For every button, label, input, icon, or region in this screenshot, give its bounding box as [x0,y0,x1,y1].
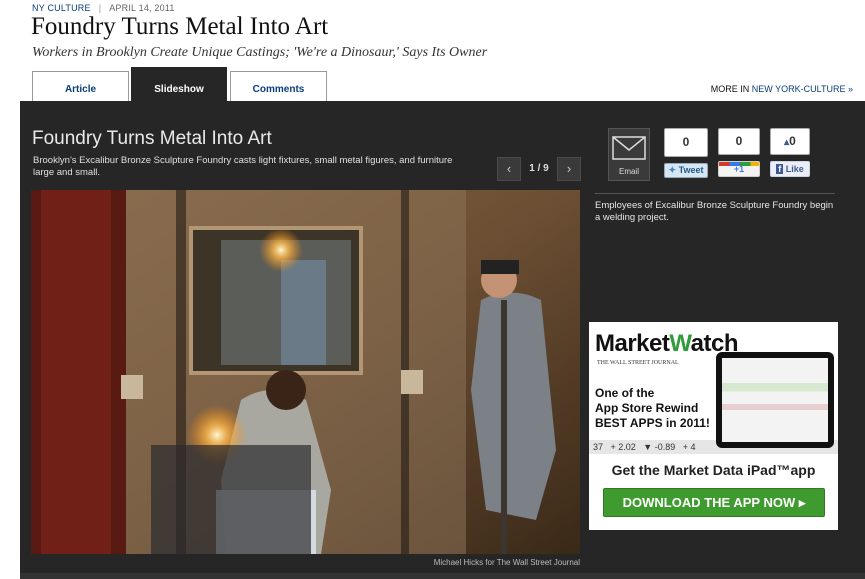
foundry-workers-photo [31,190,580,554]
slide-photo[interactable] [31,190,580,554]
next-slide-button[interactable]: › [557,157,581,181]
facebook-icon: f [776,164,784,174]
article-headline: Foundry Turns Metal Into Art [31,13,329,40]
ad-promo-line3: BEST APPS in 2011! [595,416,710,430]
photo-credit: Michael Hicks for The Wall Street Journa… [433,558,580,567]
envelope-icon [612,136,646,160]
like-button[interactable]: f Like [770,161,810,177]
sidebar-divider [595,193,835,194]
ad-headline: Get the Market Data iPad™app [611,462,816,478]
chevron-right-icon: › [566,161,572,176]
publish-date: APRIL 14, 2011 [109,3,175,13]
chevron-left-icon: ‹ [506,161,512,176]
kicker: NY CULTURE | APRIL 14, 2011 [32,3,175,13]
more-in-section-name[interactable]: NEW YORK-CULTURE [752,84,846,94]
email-share-button[interactable]: Email [608,128,650,181]
page: NY CULTURE | APRIL 14, 2011 Foundry Turns … [20,0,865,579]
more-in-label: MORE IN [710,84,750,94]
tweet-button[interactable]: ✦ Tweet [664,163,708,178]
twitter-bird-icon: ✦ [668,165,677,175]
slide-counter: 1 / 9 [529,163,549,174]
slide-pager: ‹ 1 / 9 › [497,157,581,181]
like-count-value: 0 [789,134,796,148]
slideshow-title: Foundry Turns Metal Into Art [32,128,272,149]
share-bar: Email 0 ✦ Tweet 0 +1 ▴0 f Like [608,128,838,188]
more-in-arrow: » [847,84,853,94]
ad-promo-text: One of the App Store Rewind BEST APPS in… [595,386,710,431]
tweet-count: 0 [664,128,708,157]
tab-article[interactable]: Article [32,71,129,101]
marketwatch-ad[interactable]: MarketWatch THE WALL STREET JOURNAL One … [589,322,838,530]
ad-brand-part1: Market [595,330,670,357]
plusone-label: +1 [733,164,745,174]
tab-comments[interactable]: Comments [230,71,327,101]
slide-caption: Employees of Excalibur Bronze Sculpture … [595,200,834,223]
prev-slide-button[interactable]: ‹ [497,157,521,181]
plusone-button[interactable]: +1 [718,161,760,177]
kicker-separator: | [98,3,102,13]
tab-slideshow[interactable]: Slideshow [131,67,227,102]
ad-promo-line2: App Store Rewind [595,401,699,415]
download-app-button[interactable]: DOWNLOAD THE APP NOW ▸ [603,488,825,517]
ad-promo-line1: One of the [595,386,655,400]
ad-brand-tagline: THE WALL STREET JOURNAL [597,360,679,366]
ipad-screen-icon [722,358,828,442]
tweet-label: Tweet [678,165,704,175]
panel-bottom-bar [20,573,865,579]
section-link[interactable]: NY CULTURE [32,3,91,13]
plusone-count: 0 [718,128,760,155]
slideshow-caption: Brooklyn's Excalibur Bronze Sculpture Fo… [33,155,453,178]
more-in-section-link[interactable]: MORE IN NEW YORK-CULTURE » [711,84,853,94]
email-label: Email [618,167,639,176]
ad-brand-w: W [669,330,691,357]
like-count: ▴0 [770,128,810,155]
like-label: Like [785,164,804,174]
ipad-image [716,352,834,448]
slideshow-panel: Foundry Turns Metal Into Art Brooklyn's … [20,101,865,579]
article-dek: Workers in Brooklyn Create Unique Castin… [32,45,488,60]
